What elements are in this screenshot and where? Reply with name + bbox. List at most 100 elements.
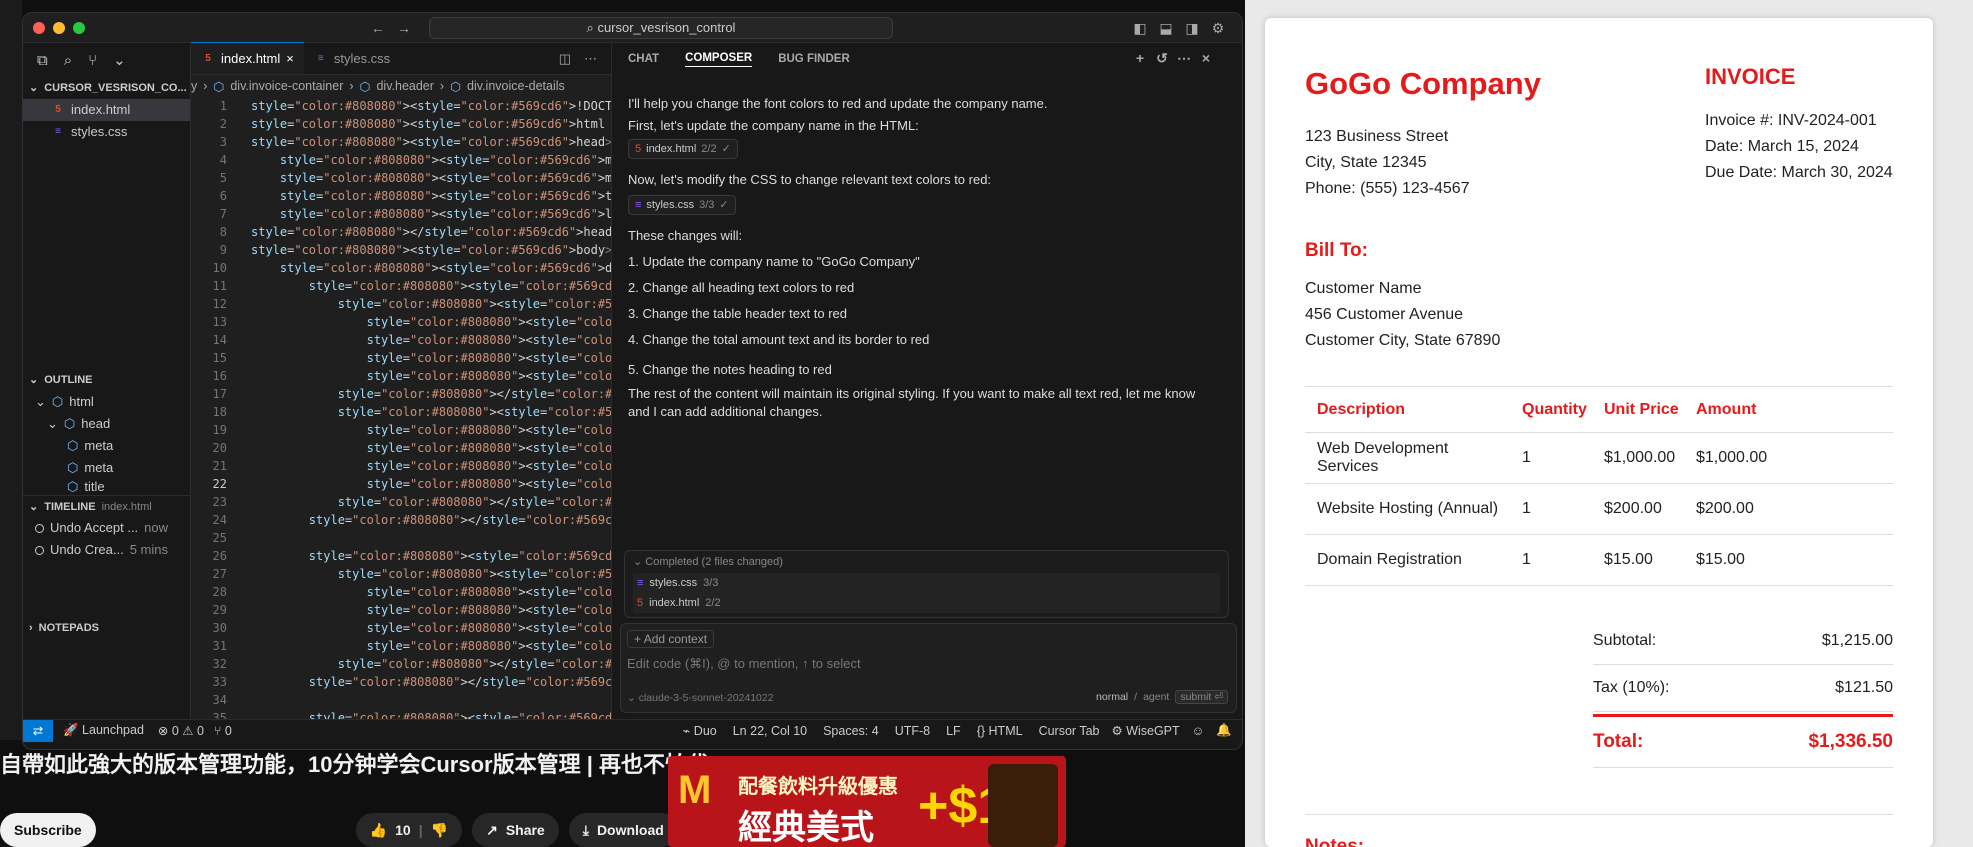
like-button[interactable]: 👍 10 | 👎 xyxy=(355,813,463,847)
bell-icon[interactable]: 🔔 xyxy=(1216,723,1232,738)
cursor-tab-item[interactable]: Cursor Tab xyxy=(1039,724,1100,738)
code-line[interactable]: 25 xyxy=(191,529,611,547)
toggle-secondary-sidebar-icon[interactable]: ◨ xyxy=(1183,19,1201,37)
toggle-sidebar-icon[interactable]: ◧ xyxy=(1131,19,1149,37)
code-line[interactable]: 8 style="color:#808080"></style="color:#5… xyxy=(191,223,611,241)
code-line[interactable]: 30 style="color:#808080"><style="color:#… xyxy=(191,619,611,637)
duo-item[interactable]: ⌁ Duo xyxy=(683,723,717,738)
code-line[interactable]: 10 style="color:#808080"><style="color:#… xyxy=(191,259,611,277)
code-line[interactable]: 26 style="color:#808080"><style="color:#… xyxy=(191,547,611,565)
notepads-header[interactable]: › NOTEPADS xyxy=(23,617,190,639)
launchpad-item[interactable]: 🚀 Launchpad xyxy=(63,723,144,738)
maximize-window-button[interactable] xyxy=(73,22,85,34)
code-line[interactable]: 7 style="color:#808080"><style="color:#5… xyxy=(191,205,611,223)
composer-input[interactable]: Edit code (⌘I), @ to mention, ↑ to selec… xyxy=(627,656,861,672)
chevron-down-icon[interactable]: ⌄ xyxy=(113,51,126,69)
code-line[interactable]: 24 style="color:#808080"></style="color:… xyxy=(191,511,611,529)
completed-file[interactable]: ≡ styles.css 3/3 xyxy=(633,573,1220,593)
code-line[interactable]: 13 style="color:#808080"><style="color:#… xyxy=(191,313,611,331)
code-line[interactable]: 31 style="color:#808080"><style="color:#… xyxy=(191,637,611,655)
code-line[interactable]: 27 style="color:#808080"><style="color:#… xyxy=(191,565,611,583)
file-styles-css[interactable]: ≡ styles.css xyxy=(23,121,190,143)
outline-header[interactable]: ⌄ OUTLINE xyxy=(23,369,190,391)
forward-arrow-icon[interactable]: → xyxy=(395,19,413,37)
outline-item-meta[interactable]: ⬡ meta xyxy=(23,457,190,479)
code-line[interactable]: 22 style="color:#808080"><style="color:#… xyxy=(191,475,611,493)
mode-agent[interactable]: agent xyxy=(1143,691,1169,703)
code-line[interactable]: 20 style="color:#808080"><style="color:#… xyxy=(191,439,611,457)
problems-item[interactable]: ⊗ 0 ⚠ 0 xyxy=(158,723,204,738)
model-selector[interactable]: ⌄ claude-3-5-sonnet-20241022 xyxy=(627,692,774,704)
gear-icon[interactable]: ⚙ xyxy=(1209,19,1227,37)
advertisement-banner[interactable]: M 配餐飲料升級優惠 經典美式 +$10 xyxy=(668,756,1066,847)
file-chip-index-html[interactable]: 5 index.html 2/2 ✓ xyxy=(628,139,738,159)
account-icon[interactable]: ☺ xyxy=(1192,724,1205,738)
code-line[interactable]: 11 style="color:#808080"><style="color:#… xyxy=(191,277,611,295)
mode-normal[interactable]: normal xyxy=(1096,691,1128,703)
language-mode[interactable]: {} HTML xyxy=(977,724,1023,738)
code-line[interactable]: 6 style="color:#808080"><style="color:#5… xyxy=(191,187,611,205)
cursor-position[interactable]: Ln 22, Col 10 xyxy=(733,724,807,738)
timeline-entry[interactable]: Undo Accept ... now xyxy=(23,517,190,539)
code-line[interactable]: 3 style="color:#808080"><style="color:#56… xyxy=(191,133,611,151)
close-icon[interactable]: × xyxy=(1198,50,1214,66)
download-button[interactable]: ⤓ Download xyxy=(568,813,678,847)
submit-button[interactable]: submit ⏎ xyxy=(1175,690,1228,704)
more-options-icon[interactable]: ⋯ xyxy=(1176,50,1192,66)
plus-icon[interactable]: + xyxy=(1132,50,1148,66)
code-line[interactable]: 32 style="color:#808080"></style="color:… xyxy=(191,655,611,673)
split-editor-icon[interactable]: ◫ xyxy=(559,51,571,67)
add-context-button[interactable]: + Add context xyxy=(627,630,715,648)
code-line[interactable]: 1 style="color:#808080"><style="color:#56… xyxy=(191,97,611,115)
code-line[interactable]: 12 style="color:#808080"><style="color:#… xyxy=(191,295,611,313)
tab-chat[interactable]: CHAT xyxy=(628,53,659,65)
timeline-entry[interactable]: Undo Crea... 5 mins xyxy=(23,539,190,561)
code-line[interactable]: 29 style="color:#808080"><style="color:#… xyxy=(191,601,611,619)
tab-styles-css[interactable]: ≡ styles.css xyxy=(304,42,400,74)
close-window-button[interactable] xyxy=(33,22,45,34)
search-icon[interactable]: ⌕ xyxy=(64,52,72,69)
code-lines[interactable]: 1 style="color:#808080"><style="color:#56… xyxy=(191,97,611,719)
command-search-box[interactable]: ⌕ cursor_vesrison_control xyxy=(429,17,893,39)
thumbs-down-icon[interactable]: 👎 xyxy=(431,822,448,839)
ports-item[interactable]: ⑂ 0 xyxy=(214,724,232,738)
code-line[interactable]: 2 style="color:#808080"><style="color:#56… xyxy=(191,115,611,133)
code-line[interactable]: 35 style="color:#808080"><style="color:#… xyxy=(191,709,611,719)
outline-item-meta[interactable]: ⬡ meta xyxy=(23,435,190,457)
close-icon[interactable]: × xyxy=(286,51,294,66)
indentation[interactable]: Spaces: 4 xyxy=(823,724,879,738)
files-icon[interactable]: ⧉ xyxy=(37,52,48,69)
history-icon[interactable]: ↺ xyxy=(1154,50,1170,66)
outline-item-html[interactable]: ⌄ ⬡ html xyxy=(23,391,190,413)
minimize-window-button[interactable] xyxy=(53,22,65,34)
file-chip-styles-css[interactable]: ≡ styles.css 3/3 ✓ xyxy=(628,195,736,215)
code-line[interactable]: 28 style="color:#808080"><style="color:#… xyxy=(191,583,611,601)
completed-header[interactable]: ⌄ Completed (2 files changed) xyxy=(633,555,1220,573)
subscribe-button[interactable]: Subscribe xyxy=(0,813,96,847)
toggle-panel-icon[interactable]: ⬓ xyxy=(1157,19,1175,37)
outline-item-title[interactable]: ⬡ title xyxy=(23,479,190,495)
code-line[interactable]: 17 style="color:#808080"></style="color:… xyxy=(191,385,611,403)
code-line[interactable]: 23 style="color:#808080"></style="color:… xyxy=(191,493,611,511)
more-actions-icon[interactable]: ⋯ xyxy=(584,51,597,67)
project-header[interactable]: ⌄ CURSOR_VESRISON_CO... xyxy=(23,77,190,99)
wisegpt-item[interactable]: ⚙ WiseGPT xyxy=(1111,723,1179,738)
tab-composer[interactable]: COMPOSER xyxy=(685,52,753,67)
file-index-html[interactable]: 5 index.html xyxy=(23,99,190,121)
code-line[interactable]: 34 xyxy=(191,691,611,709)
tab-index-html[interactable]: 5 index.html × xyxy=(191,42,304,74)
code-line[interactable]: 14 style="color:#808080"><style="color:#… xyxy=(191,331,611,349)
code-line[interactable]: 9 style="color:#808080"><style="color:#56… xyxy=(191,241,611,259)
tab-bug-finder[interactable]: BUG FINDER xyxy=(778,53,850,65)
share-button[interactable]: ↗ Share xyxy=(472,813,559,847)
remote-icon[interactable]: ⇄ xyxy=(23,719,53,742)
outline-item-head[interactable]: ⌄ ⬡ head xyxy=(23,413,190,435)
source-control-icon[interactable]: ⑂ xyxy=(88,52,97,69)
code-line[interactable]: 15 style="color:#808080"><style="color:#… xyxy=(191,349,611,367)
completed-file[interactable]: 5 index.html 2/2 xyxy=(633,593,1220,613)
timeline-header[interactable]: ⌄ TIMELINE index.html xyxy=(23,495,190,517)
code-line[interactable]: 16 style="color:#808080"><style="color:#… xyxy=(191,367,611,385)
back-arrow-icon[interactable]: ← xyxy=(369,19,387,37)
encoding[interactable]: UTF-8 xyxy=(895,724,930,738)
code-line[interactable]: 5 style="color:#808080"><style="color:#5… xyxy=(191,169,611,187)
